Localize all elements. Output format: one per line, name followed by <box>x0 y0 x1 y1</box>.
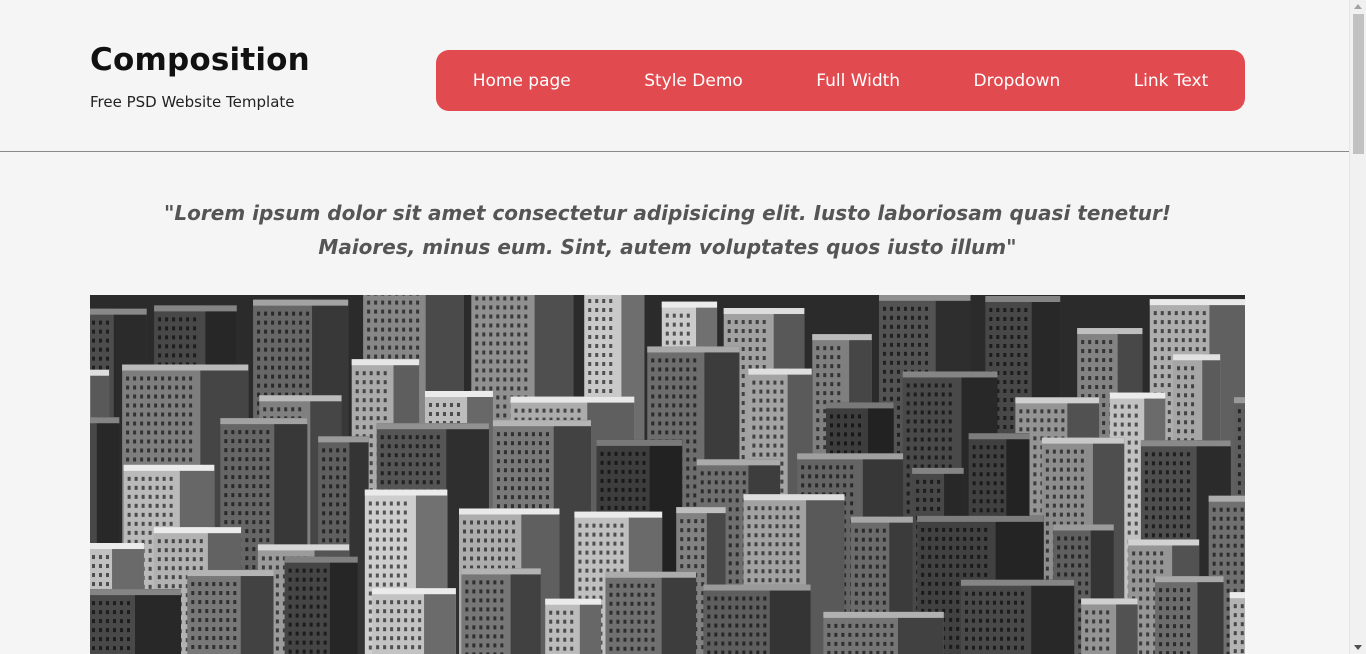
nav-style-demo[interactable]: Style Demo <box>644 71 743 91</box>
nav-dropdown[interactable]: Dropdown <box>974 71 1061 91</box>
hero-image <box>90 295 1245 654</box>
scroll-up-icon[interactable] <box>1354 4 1362 9</box>
scroll-down-icon[interactable] <box>1354 645 1362 650</box>
intro-quote: "Lorem ipsum dolor sit amet consectetur … <box>90 196 1245 264</box>
quote-line-2: Maiores, minus eum. Sint, autem voluptat… <box>318 235 1017 259</box>
main-nav: Home page Style Demo Full Width Dropdown… <box>436 50 1245 111</box>
city-skyline-photo <box>90 295 1245 654</box>
brand: Composition Free PSD Website Template <box>90 42 310 111</box>
site-subtitle: Free PSD Website Template <box>90 93 295 111</box>
site-header: Composition Free PSD Website Template Ho… <box>0 0 1349 152</box>
vertical-scrollbar[interactable] <box>1349 0 1366 654</box>
site-title[interactable]: Composition <box>90 42 310 78</box>
page: Composition Free PSD Website Template Ho… <box>0 0 1349 654</box>
nav-link-text[interactable]: Link Text <box>1134 71 1209 91</box>
quote-line-1: "Lorem ipsum dolor sit amet consectetur … <box>164 201 1171 225</box>
nav-full-width[interactable]: Full Width <box>816 71 900 91</box>
scrollbar-thumb[interactable] <box>1353 14 1364 154</box>
nav-home-page[interactable]: Home page <box>473 71 571 91</box>
